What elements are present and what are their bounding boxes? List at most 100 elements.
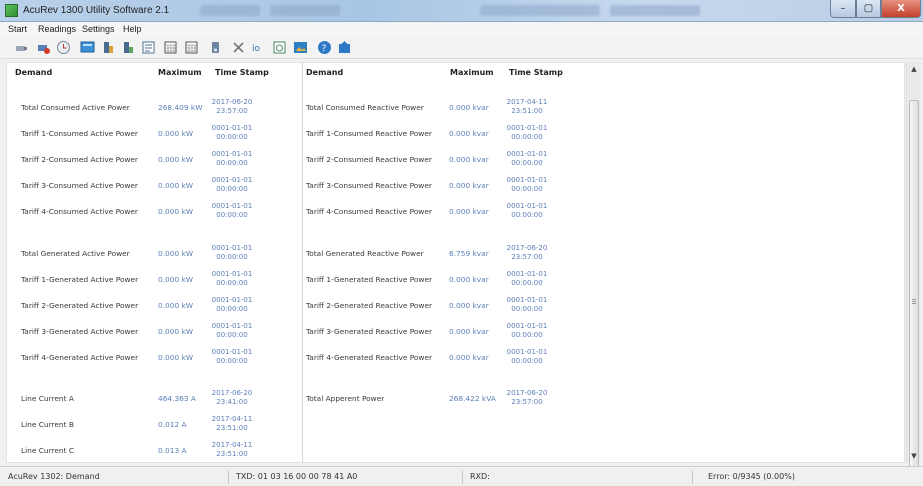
row-timestamp: 2017-04-11 23:51:00 [506,98,548,115]
row-timestamp: 0001-01-01 00:00:00 [211,296,253,313]
row-maximum: 0.000 kvar [449,327,489,336]
row-label: Tariff 2-Consumed Active Power [21,155,138,164]
disconnect-icon[interactable] [14,40,29,55]
image-icon[interactable] [293,40,308,55]
status-bar: AcuRev 1302: Demand TXD: 01 03 16 00 00 … [0,466,923,486]
row-maximum: 464.363 A [158,394,196,403]
row-maximum: 0.000 kW [158,275,194,284]
row-maximum: 6.759 kvar [449,249,489,258]
row-maximum: 0.000 kvar [449,103,489,112]
row-timestamp: 0001-01-01 00:00:00 [211,348,253,365]
scrollbar-thumb[interactable] [909,100,919,472]
row-maximum: 0.000 kvar [449,207,489,216]
row-maximum: 0.000 kvar [449,275,489,284]
row-label: Line Current A [21,394,74,403]
tools-icon[interactable] [231,40,246,55]
row-timestamp: 0001-01-01 00:00:00 [506,296,548,313]
header-timestamp: Time Stamp [509,68,563,77]
row-timestamp: 2017-06-20 23:41:00 [211,389,253,406]
row-timestamp: 0001-01-01 00:00:00 [506,322,548,339]
row-maximum: 0.000 kvar [449,129,489,138]
row-timestamp: 2017-04-11 23:51:00 [211,441,253,458]
row-maximum: 0.000 kvar [449,301,489,310]
window-title: AcuRev 1300 Utility Software 2.1 [23,5,170,16]
row-maximum: 0.000 kW [158,129,194,138]
row-maximum: 0.000 kW [158,181,194,190]
title-bar[interactable]: AcuRev 1300 Utility Software 2.1 – ▢ X [0,0,923,22]
row-label: Tariff 2-Consumed Reactive Power [306,155,432,164]
meter-alt-icon[interactable] [121,40,136,55]
meter-icon[interactable] [101,40,116,55]
background-tab [270,5,340,16]
row-label: Tariff 1-Generated Reactive Power [306,275,433,284]
demand-table: Demand Maximum Time Stamp Demand Maximum… [6,62,905,463]
row-label: Tariff 3-Generated Reactive Power [306,327,433,336]
svg-text:?: ? [322,44,327,54]
row-maximum: 0.000 kW [158,249,194,258]
row-maximum: 268.409 kW [158,103,203,112]
row-label: Tariff 3-Consumed Active Power [21,181,138,190]
toolbar: io ? [0,37,923,59]
vertical-scrollbar[interactable]: ▲ ▼ [906,62,921,472]
background-tab [610,5,700,16]
header-maximum: Maximum [450,68,494,77]
row-label: Line Current B [21,420,74,429]
row-maximum: 0.013 A [158,446,187,455]
row-label: Total Apperent Power [306,394,385,403]
calendar-icon[interactable] [163,40,178,55]
row-maximum: 0.000 kW [158,327,194,336]
status-error: Error: 0/9345 (0.00%) [708,472,795,481]
row-label: Tariff 2-Generated Reactive Power [306,301,433,310]
row-label: Tariff 2-Generated Active Power [21,301,139,310]
menu-settings[interactable]: Settings [82,24,115,34]
scroll-down-arrow-icon[interactable]: ▼ [907,449,921,463]
row-label: Line Current C [21,446,75,455]
event-icon[interactable] [272,40,287,55]
row-label: Total Generated Active Power [21,249,130,258]
minimize-button[interactable]: – [830,0,856,18]
io-icon[interactable]: io [251,40,266,55]
column-divider [302,63,303,462]
row-timestamp: 0001-01-01 00:00:00 [506,150,548,167]
row-label: Total Consumed Reactive Power [306,103,424,112]
header-demand: Demand [15,68,53,77]
device-icon[interactable] [208,40,223,55]
monitor-icon[interactable] [80,40,95,55]
scroll-up-arrow-icon[interactable]: ▲ [907,62,921,76]
status-txd: TXD: 01 03 16 00 00 78 41 A0 [236,472,358,481]
row-timestamp: 0001-01-01 00:00:00 [506,348,548,365]
row-timestamp: 0001-01-01 00:00:00 [211,322,253,339]
row-timestamp: 0001-01-01 00:00:00 [506,176,548,193]
row-maximum: 0.000 kW [158,353,194,362]
maximize-button[interactable]: ▢ [856,0,881,18]
connect-icon[interactable] [36,40,51,55]
row-label: Tariff 1-Consumed Active Power [21,129,138,138]
row-maximum: 0.000 kvar [449,353,489,362]
row-timestamp: 2017-06-20 23:57:00 [211,98,253,115]
help-icon[interactable]: ? [317,40,332,55]
row-label: Tariff 4-Consumed Active Power [21,207,138,216]
row-label: Total Consumed Active Power [21,103,130,112]
update-icon[interactable] [337,40,352,55]
close-button[interactable]: X [881,0,921,18]
row-maximum: 0.000 kW [158,301,194,310]
app-logo-icon [5,4,18,17]
calendar-alt-icon[interactable] [184,40,199,55]
log-icon[interactable] [141,40,156,55]
svg-text:io: io [252,44,261,54]
header-demand: Demand [306,68,344,77]
menu-help[interactable]: Help [123,24,142,34]
row-timestamp: 0001-01-01 00:00:00 [211,244,253,261]
status-device: AcuRev 1302: Demand [8,472,100,481]
menu-start[interactable]: Start [8,24,27,34]
row-timestamp: 0001-01-01 00:00:00 [211,124,253,141]
menu-readings[interactable]: Readings [38,24,76,34]
row-maximum: 0.000 kW [158,207,194,216]
menu-bar: Start Readings Settings Help [0,22,923,37]
row-timestamp: 0001-01-01 00:00:00 [506,202,548,219]
row-label: Tariff 1-Consumed Reactive Power [306,129,432,138]
row-label: Tariff 4-Generated Reactive Power [306,353,433,362]
row-maximum: 0.000 kvar [449,181,489,190]
clock-icon[interactable] [56,40,71,55]
header-maximum: Maximum [158,68,202,77]
